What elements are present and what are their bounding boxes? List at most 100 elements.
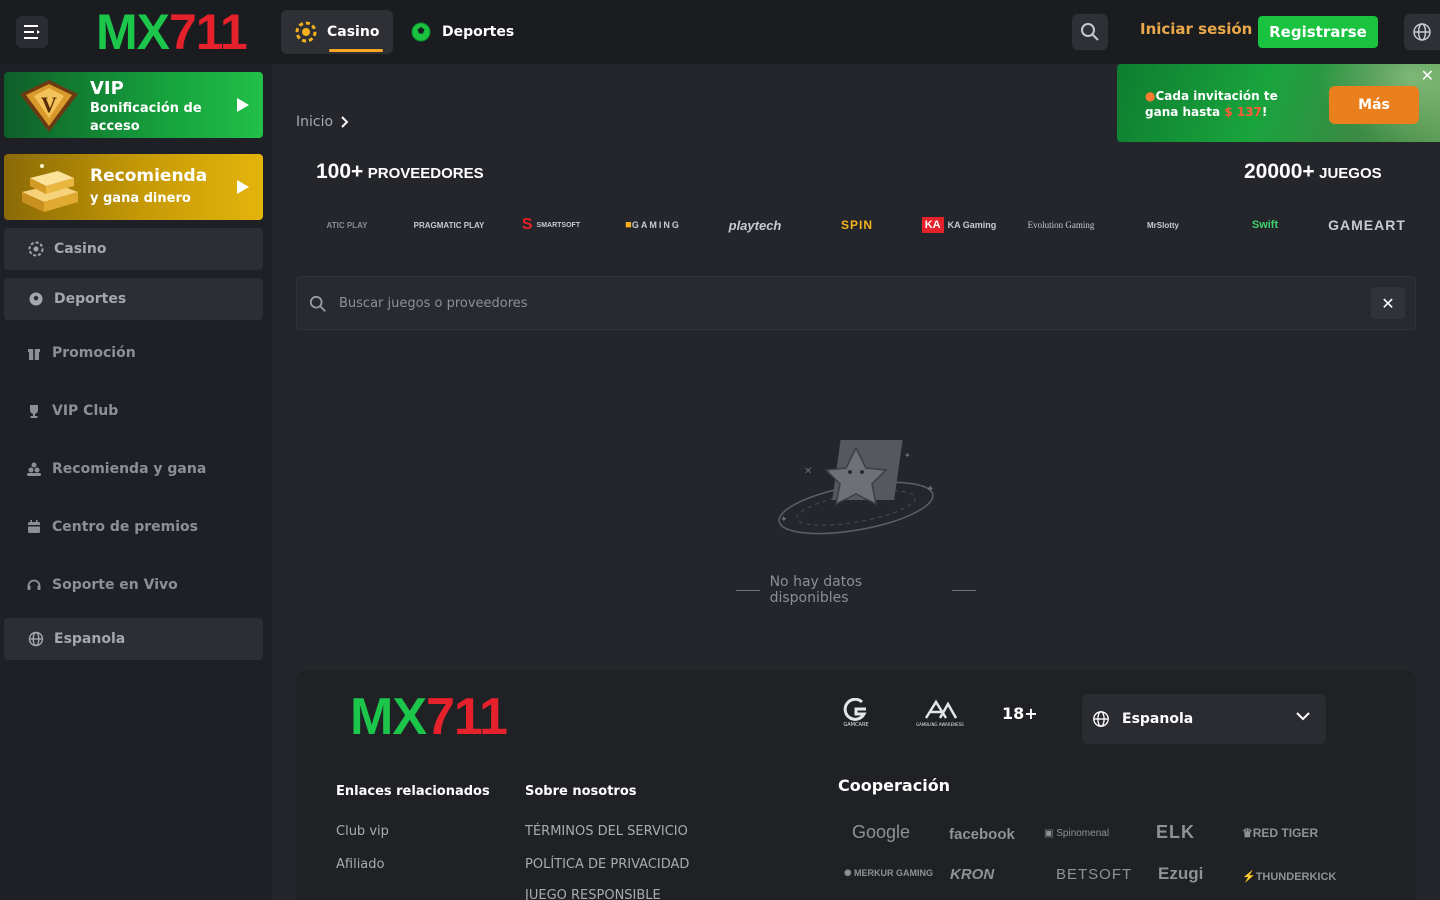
breadcrumb-home[interactable]: Inicio <box>296 114 333 130</box>
sidebar-item-label: Espanola <box>54 631 126 647</box>
sidebar-item-vip-club[interactable]: VIP Club <box>26 403 118 419</box>
provider-logo[interactable]: MrSlotty <box>1112 204 1214 246</box>
game-search-input[interactable] <box>339 295 1239 311</box>
gamcare-badge[interactable]: GAMCARE <box>842 698 870 728</box>
provider-logo[interactable]: PRAGMATIC PLAY <box>398 204 500 246</box>
sidebar-item-casino[interactable]: Casino <box>4 228 263 270</box>
footer-language-value: Espanola <box>1122 711 1194 727</box>
providers-carousel[interactable]: ATIC PLAY PRAGMATIC PLAY S SMARTSOFT ■ GAM… <box>296 204 1416 246</box>
tab-casino[interactable]: Casino <box>281 10 394 54</box>
provider-logo[interactable]: Swift <box>1214 204 1316 246</box>
providers-count: 100+ <box>316 160 364 183</box>
play-arrow-icon <box>237 180 249 194</box>
provider-logo[interactable]: S SMARTSOFT <box>500 204 602 246</box>
partner-elk[interactable]: ELK <box>1156 822 1195 843</box>
footer-link-terms[interactable]: TÉRMINOS DEL SERVICIO <box>525 824 688 839</box>
search-icon <box>1081 23 1099 41</box>
provider-logo[interactable]: ■ GAMING <box>602 204 704 246</box>
sidebar-item-promocion[interactable]: Promoción <box>26 345 136 361</box>
footer-col-related-title: Enlaces relacionados <box>336 784 490 799</box>
footer-logo[interactable]: MX711 <box>350 690 508 744</box>
provider-logo[interactable]: Evolution Gaming <box>1010 204 1112 246</box>
square-icon: ■ <box>625 219 632 231</box>
fire-icon: ● <box>1145 89 1156 103</box>
invite-close-button[interactable]: ✕ <box>1421 68 1434 84</box>
sidebar-item-label: Deportes <box>54 291 127 307</box>
partner-merkur[interactable]: ✺ MERKUR GAMING <box>844 868 933 879</box>
footer-link-responsible[interactable]: JUEGO RESPONSIBLE <box>525 888 661 900</box>
sidebar-item-centro-premios[interactable]: Centro de premios <box>26 519 198 535</box>
sun-icon: ✺ <box>844 868 855 878</box>
gift-icon <box>28 349 40 360</box>
partner-thunderkick[interactable]: ⚡THUNDERKICK <box>1242 870 1336 883</box>
invite-more-button[interactable]: Más <box>1329 86 1419 124</box>
sidebar-item-label: Centro de premios <box>52 519 198 535</box>
smartsoft-icon: S <box>521 216 533 233</box>
trophy-icon <box>30 405 38 418</box>
invite-banner: ●Cada invitación te gana hasta $ 137! Má… <box>1117 64 1440 142</box>
footer-link-club-vip[interactable]: Club vip <box>336 824 389 839</box>
footer-link-afiliado[interactable]: Afiliado <box>336 857 384 872</box>
empty-state-illustration: ✕ ✦ ✦ ✦ <box>778 440 934 535</box>
invite-banner-text: ●Cada invitación te gana hasta $ 137! <box>1145 89 1278 119</box>
calendar-icon <box>28 520 40 533</box>
header-search-button[interactable] <box>1072 14 1108 50</box>
logo-mx: MX <box>96 4 170 60</box>
footer-language-select[interactable]: Espanola <box>1082 694 1326 744</box>
clear-search-button[interactable]: ✕ <box>1371 287 1405 319</box>
brand-logo[interactable]: MX711 <box>96 4 248 60</box>
partner-facebook[interactable]: facebook <box>949 826 1015 843</box>
header-language-button[interactable] <box>1404 14 1440 50</box>
referral-promo-subtitle: y gana dinero <box>90 191 191 206</box>
partner-betsoft[interactable]: BETSOFT <box>1056 866 1132 883</box>
play-arrow-icon <box>237 98 249 112</box>
provider-logo[interactable]: playtech <box>704 204 806 246</box>
menu-toggle-button[interactable] <box>16 16 48 48</box>
referral-promo-card[interactable]: Recomienda y gana dinero <box>4 154 263 220</box>
provider-logo[interactable]: SPIN <box>806 204 908 246</box>
spinomenal-icon: ▣ <box>1044 828 1057 839</box>
sidebar-item-label: Soporte en Vivo <box>52 577 178 593</box>
sidebar-language-button[interactable]: Espanola <box>4 618 263 660</box>
sidebar-item-label: VIP Club <box>52 403 119 419</box>
game-search-bar: ✕ <box>296 276 1416 330</box>
login-link[interactable]: Iniciar sesión <box>1140 20 1252 38</box>
sidebar-item-deportes[interactable]: Deportes <box>4 278 263 320</box>
soccer-ball-icon <box>411 22 431 42</box>
tab-deportes[interactable]: Deportes <box>396 10 528 54</box>
vip-promo-card[interactable]: V VIP Bonificación de acceso <box>4 72 263 138</box>
partner-google[interactable]: Google <box>852 822 910 843</box>
gold-bars-icon <box>22 164 78 212</box>
provider-logo[interactable]: GAMEART <box>1316 204 1416 246</box>
casino-chip-icon <box>28 241 44 257</box>
active-tab-indicator <box>329 49 383 52</box>
svg-text:✦: ✦ <box>780 515 788 525</box>
soccer-ball-icon <box>29 292 43 306</box>
logo-number: 711 <box>169 4 248 60</box>
partner-kron[interactable]: KRON <box>950 866 994 883</box>
globe-icon <box>1093 711 1109 727</box>
ka-icon: KA <box>921 217 944 233</box>
provider-logo[interactable]: KA KA Gaming <box>908 204 1010 246</box>
tab-casino-label: Casino <box>327 24 380 40</box>
partner-spinomenal[interactable]: ▣ Spinomenal <box>1044 828 1109 839</box>
sidebar-item-soporte[interactable]: Soporte en Vivo <box>26 577 178 593</box>
provider-logo[interactable]: ATIC PLAY <box>296 204 398 246</box>
gambling-awareness-badge[interactable]: GAMBLING AWARENESS <box>916 698 964 727</box>
ga-icon <box>924 699 957 719</box>
casino-chip-icon <box>295 21 317 43</box>
partner-red-tiger[interactable]: ♛RED TIGER <box>1242 826 1318 840</box>
partner-ezugi[interactable]: Ezugi <box>1158 864 1203 884</box>
sidebar-item-label: Casino <box>54 241 107 257</box>
games-heading: 20000+ JUEGOS <box>1244 160 1382 184</box>
register-button[interactable]: Registrarse <box>1258 16 1378 48</box>
vip-promo-title: VIP <box>90 78 124 99</box>
users-icon <box>27 462 41 476</box>
footer: MX711 GAMCARE GAMBLING AWARENESS 18+ Esp… <box>296 670 1416 900</box>
providers-heading: 100+ PROVEEDORES <box>316 160 484 184</box>
cooperation-title: Cooperación <box>838 776 951 795</box>
footer-link-privacy[interactable]: POLÍTICA DE PRIVACIDAD <box>525 857 689 872</box>
sidebar-item-recomienda[interactable]: Recomienda y gana <box>26 461 206 477</box>
hamburger-icon <box>24 25 40 39</box>
games-count: 20000+ <box>1244 160 1315 183</box>
